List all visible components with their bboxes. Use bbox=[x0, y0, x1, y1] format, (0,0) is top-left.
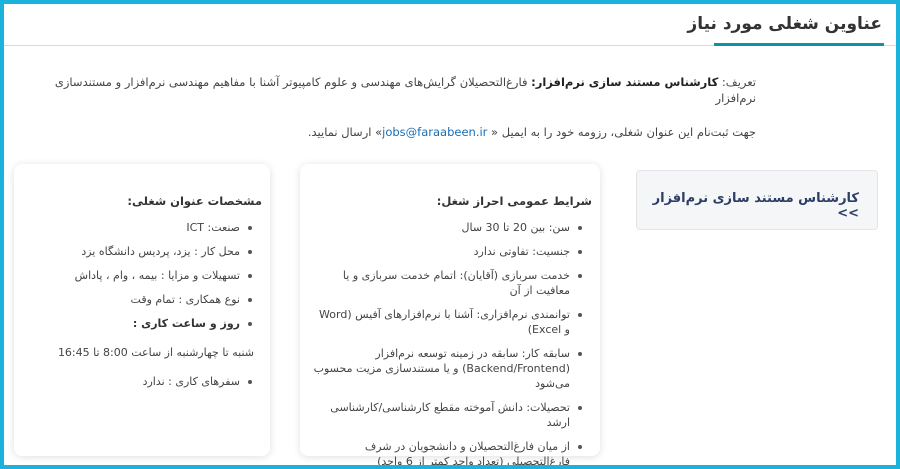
specs-heading: مشخصات عنوان شغلی: bbox=[127, 194, 262, 208]
location-item: محل کار : یزد، پردیس دانشگاه یزد bbox=[26, 244, 254, 259]
job-definition: تعریف: کارشناس مستند سازی نرم‌افزار: فار… bbox=[24, 74, 756, 106]
specs-card: مشخصات عنوان شغلی: صنعت: ICT محل کار : ی… bbox=[14, 164, 270, 456]
list-item: سن: بین 20 تا 30 سال bbox=[312, 220, 584, 235]
requirements-heading: شرایط عمومی احراز شغل: bbox=[436, 194, 592, 208]
job-intro: تعریف: کارشناس مستند سازی نرم‌افزار: فار… bbox=[24, 74, 756, 158]
list-item: سابقه کار: سابقه در زمینه توسعه نرم‌افزا… bbox=[312, 346, 584, 391]
page-frame: عناوین شغلی مورد نیاز تعریف: کارشناس مست… bbox=[4, 4, 896, 465]
hours-heading-item: روز و ساعت کاری : bbox=[26, 316, 254, 331]
list-item: تحصیلات: دانش آموخته مقطع کارشناسی/کارشن… bbox=[312, 400, 584, 430]
page-title: عناوین شغلی مورد نیاز bbox=[687, 14, 882, 34]
list-item: جنسیت: تفاوتی ندارد bbox=[312, 244, 584, 259]
requirements-list: سن: بین 20 تا 30 سال جنسیت: تفاوتی ندارد… bbox=[312, 220, 584, 465]
industry-item: صنعت: ICT bbox=[26, 220, 254, 235]
hours-value: شنبه تا چهارشنبه از ساعت 8:00 تا 16:45 bbox=[57, 346, 254, 359]
definition-job-title: کارشناس مستند سازی نرم‌افزار: bbox=[531, 75, 719, 89]
definition-prefix: تعریف: bbox=[718, 75, 756, 89]
title-accent-underline bbox=[714, 43, 884, 46]
list-item: از میان فارغ‌التحصیلان و دانشجویان در شر… bbox=[312, 439, 584, 465]
email-link[interactable]: jobs@faraabeen.ir bbox=[382, 125, 487, 139]
specs-list: صنعت: ICT محل کار : یزد، پردیس دانشگاه ی… bbox=[26, 220, 254, 398]
registration-text-start: جهت ثبت‌نام این عنوان شغلی، رزومه خود را… bbox=[487, 125, 756, 139]
job-title-card[interactable]: کارشناس مستند سازی نرم‌افزار >> bbox=[636, 170, 878, 230]
page-header: عناوین شغلی مورد نیاز bbox=[685, 10, 884, 42]
job-title-link[interactable]: کارشناس مستند سازی نرم‌افزار >> bbox=[637, 191, 859, 221]
employment-type-item: نوع همکاری : تمام وقت bbox=[26, 292, 254, 307]
list-item: توانمندی نرم‌افزاری: آشنا با نرم‌افزارها… bbox=[312, 307, 584, 337]
registration-note: جهت ثبت‌نام این عنوان شغلی، رزومه خود را… bbox=[24, 124, 756, 140]
requirements-card: شرایط عمومی احراز شغل: سن: بین 20 تا 30 … bbox=[300, 164, 600, 465]
travel-item: سفرهای کاری : ندارد bbox=[26, 374, 254, 389]
benefits-item: تسهیلات و مزایا : بیمه ، وام ، پاداش bbox=[26, 268, 254, 283]
registration-text-end: » ارسال نمایید. bbox=[307, 125, 383, 139]
list-item: خدمت سربازی (آقایان): اتمام خدمت سربازی … bbox=[312, 268, 584, 298]
